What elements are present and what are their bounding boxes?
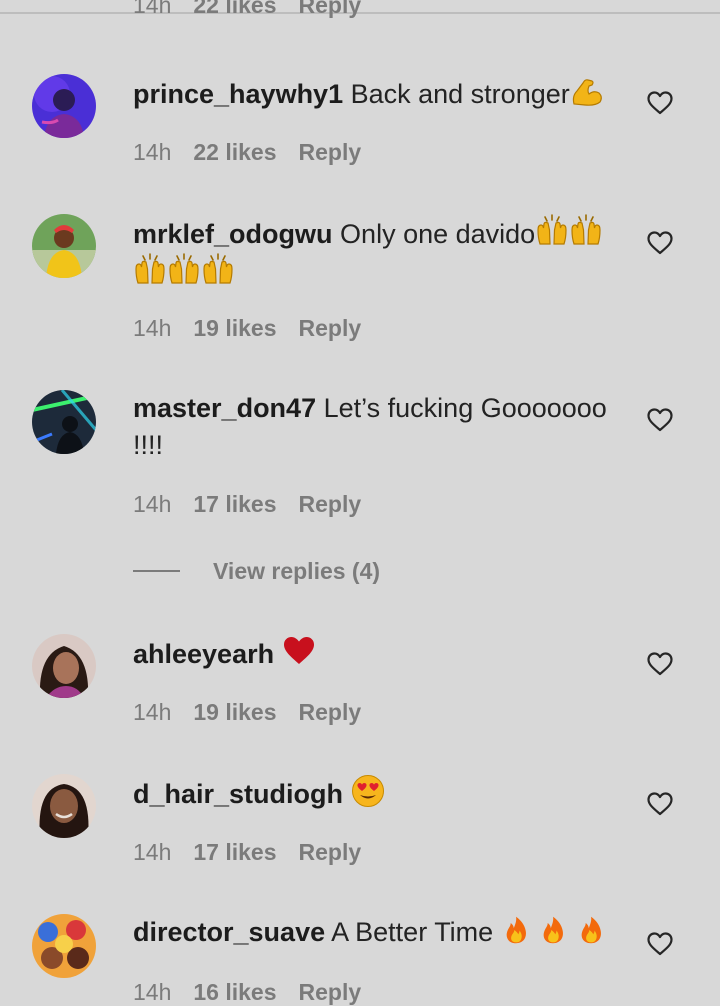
comment-likes[interactable]: 19 likes	[193, 315, 276, 341]
raising-hands-icon	[201, 253, 235, 287]
avatar[interactable]	[32, 74, 96, 138]
comment-time: 14h	[133, 979, 172, 1005]
comment-meta: 14h 17 likes Reply	[133, 491, 383, 518]
comment-username[interactable]: mrklef_odogwu	[133, 219, 333, 249]
partial-comment-meta: 14h 22 likes Reply	[133, 0, 383, 19]
comment-time: 14h	[133, 0, 172, 18]
comment-username[interactable]: master_don47	[133, 393, 316, 423]
reply-button[interactable]: Reply	[299, 0, 362, 18]
reply-button[interactable]: Reply	[299, 139, 362, 165]
avatar[interactable]	[32, 214, 96, 278]
heart-eyes-face-icon	[351, 774, 385, 808]
like-heart-icon[interactable]	[647, 652, 673, 676]
avatar[interactable]	[32, 390, 96, 454]
comment-meta: 14h 19 likes Reply	[133, 315, 383, 342]
fire-icon	[576, 914, 606, 946]
view-replies-button[interactable]: View replies (4)	[133, 556, 380, 586]
like-heart-icon[interactable]	[647, 792, 673, 816]
raising-hands-icon	[569, 214, 603, 248]
like-heart-icon[interactable]	[647, 408, 673, 432]
avatar[interactable]	[32, 774, 96, 838]
reply-button[interactable]: Reply	[299, 699, 362, 725]
avatar[interactable]	[32, 914, 96, 978]
comment-text: Back and stronger	[350, 79, 570, 109]
comment-time: 14h	[133, 491, 172, 517]
comment-username[interactable]: ahleeyearh	[133, 639, 274, 669]
comment-body: d_hair_studiogh	[133, 774, 613, 813]
comment-time: 14h	[133, 839, 172, 865]
reply-button[interactable]: Reply	[299, 979, 362, 1005]
fire-icon	[501, 914, 531, 946]
replies-divider-line	[133, 570, 180, 572]
comment-body: master_don47 Let’s fucking Gooooooo !!!!	[133, 390, 613, 464]
view-replies-label: View replies (4)	[213, 557, 381, 584]
comment-username[interactable]: d_hair_studiogh	[133, 779, 343, 809]
comment-username[interactable]: director_suave	[133, 917, 325, 947]
comment-time: 14h	[133, 315, 172, 341]
reply-button[interactable]: Reply	[299, 315, 362, 341]
red-heart-icon	[282, 634, 316, 668]
raising-hands-icon	[535, 214, 569, 248]
avatar[interactable]	[32, 634, 96, 698]
comment-meta: 14h 16 likes Reply	[133, 979, 383, 1006]
like-heart-icon[interactable]	[647, 932, 673, 956]
raising-hands-icon	[167, 253, 201, 287]
comment-likes[interactable]: 16 likes	[193, 979, 276, 1005]
comment-meta: 14h 17 likes Reply	[133, 839, 383, 866]
raising-hands-icon	[133, 253, 167, 287]
comment-username[interactable]: prince_haywhy1	[133, 79, 343, 109]
comment-time: 14h	[133, 139, 172, 165]
reply-button[interactable]: Reply	[299, 491, 362, 517]
comment-meta: 14h 22 likes Reply	[133, 139, 383, 166]
comment-body: director_suave A Better Time	[133, 914, 613, 951]
comment-time: 14h	[133, 699, 172, 725]
comment-text: Only one davido	[340, 219, 536, 249]
flexed-biceps-icon	[570, 74, 604, 108]
comment-body: mrklef_odogwu Only one davido	[133, 214, 613, 292]
comment-likes[interactable]: 19 likes	[193, 699, 276, 725]
comment-likes[interactable]: 17 likes	[193, 491, 276, 517]
comment-body: prince_haywhy1 Back and stronger	[133, 74, 613, 113]
comment-likes[interactable]: 17 likes	[193, 839, 276, 865]
like-heart-icon[interactable]	[647, 91, 673, 115]
comment-text: A Better Time	[331, 917, 494, 947]
like-heart-icon[interactable]	[647, 231, 673, 255]
fire-icon	[538, 914, 568, 946]
comment-likes[interactable]: 22 likes	[193, 0, 276, 18]
reply-button[interactable]: Reply	[299, 839, 362, 865]
comment-likes[interactable]: 22 likes	[193, 139, 276, 165]
comment-meta: 14h 19 likes Reply	[133, 699, 383, 726]
comment-body: ahleeyearh	[133, 634, 613, 673]
